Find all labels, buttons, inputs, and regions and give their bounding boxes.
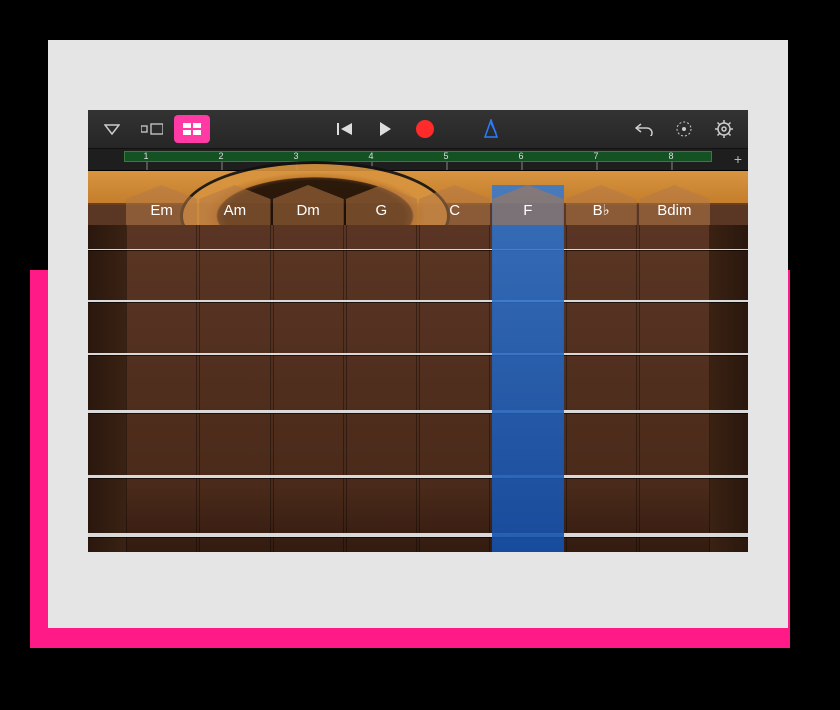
chord-label: G	[376, 202, 388, 219]
add-section-button[interactable]: +	[734, 151, 742, 167]
chord-label: Em	[150, 202, 173, 219]
guitar-string-1[interactable]	[88, 249, 748, 250]
chord-label: F	[523, 202, 532, 219]
undo-button[interactable]	[626, 115, 662, 143]
bar-marker: 2	[218, 151, 223, 161]
guitar-string-2[interactable]	[88, 300, 748, 302]
chord-button-am[interactable]: Am	[199, 185, 270, 225]
chord-button-f[interactable]: F	[492, 185, 563, 225]
chord-button-c[interactable]: C	[419, 185, 490, 225]
chord-label: Dm	[296, 202, 319, 219]
fretboard[interactable]	[88, 225, 748, 552]
string-columns	[88, 225, 748, 552]
chord-label: C	[449, 202, 460, 219]
chord-label: B♭	[593, 201, 610, 219]
bar-marker: 1	[143, 151, 148, 161]
strum-column[interactable]	[639, 225, 710, 552]
chord-button-em[interactable]: Em	[126, 185, 197, 225]
guitar-string-6[interactable]	[88, 533, 748, 537]
chord-strip-row: Em Am Dm G C F B♭ Bdim	[88, 185, 748, 225]
strum-column[interactable]	[346, 225, 417, 552]
settings-button[interactable]	[706, 115, 742, 143]
screenshot-frame: 1 2 3 4 5 6 7 8 + Em Am Dm G C F	[48, 40, 788, 628]
bar-marker: 5	[443, 151, 448, 161]
chord-button-bb[interactable]: B♭	[566, 185, 637, 225]
guitar-string-5[interactable]	[88, 475, 748, 478]
rewind-button[interactable]	[327, 115, 363, 143]
strum-column[interactable]	[199, 225, 270, 552]
timeline-ruler[interactable]: 1 2 3 4 5 6 7 8 +	[88, 149, 748, 171]
bar-marker: 7	[593, 151, 598, 161]
garageband-app: 1 2 3 4 5 6 7 8 + Em Am Dm G C F	[88, 110, 748, 552]
guitar-string-4[interactable]	[88, 410, 748, 413]
bar-marker: 8	[668, 151, 673, 161]
guitar-string-3[interactable]	[88, 353, 748, 355]
chord-label: Bdim	[657, 202, 691, 219]
metronome-button[interactable]	[473, 115, 509, 143]
browser-button[interactable]	[94, 115, 130, 143]
chord-label: Am	[224, 202, 247, 219]
record-icon	[416, 120, 434, 138]
chord-button-g[interactable]: G	[346, 185, 417, 225]
bar-marker: 3	[293, 151, 298, 161]
chord-button-bdim[interactable]: Bdim	[639, 185, 710, 225]
strum-column[interactable]	[566, 225, 637, 552]
chord-button-dm[interactable]: Dm	[273, 185, 344, 225]
tuning-button[interactable]	[666, 115, 702, 143]
bar-marker: 4	[368, 151, 373, 161]
smart-guitar-area: Em Am Dm G C F B♭ Bdim	[88, 171, 748, 552]
strum-column[interactable]	[419, 225, 490, 552]
play-button[interactable]	[367, 115, 403, 143]
active-chord-column[interactable]	[492, 185, 563, 552]
cycle-region[interactable]	[124, 151, 712, 162]
strum-column[interactable]	[126, 225, 197, 552]
record-button[interactable]	[407, 115, 443, 143]
strum-column[interactable]	[273, 225, 344, 552]
chord-strips-button[interactable]	[174, 115, 210, 143]
tracks-view-button[interactable]	[134, 115, 170, 143]
bar-marker: 6	[518, 151, 523, 161]
toolbar	[88, 110, 748, 149]
